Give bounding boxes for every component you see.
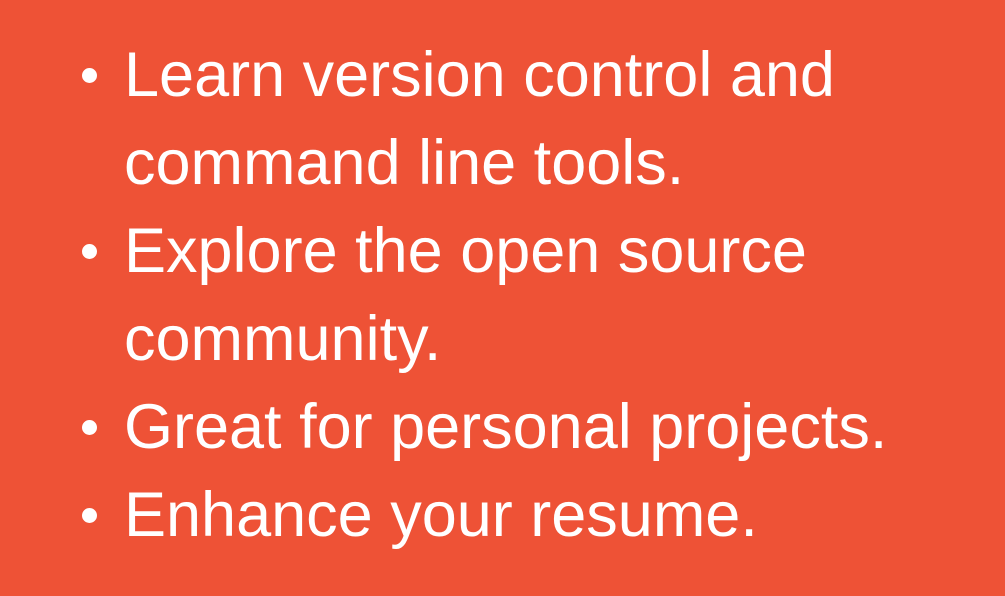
list-item-text: Enhance your resume. [124, 480, 758, 550]
bullet-icon [82, 68, 97, 83]
bullet-icon [82, 508, 97, 523]
list-item-text: Great for personal projects. [124, 392, 888, 462]
list-item: Great for personal projects. [0, 383, 984, 471]
bullet-icon [82, 420, 97, 435]
list-item: Learn version control and command line t… [0, 31, 984, 207]
list-item-text: Learn version control and command line t… [124, 40, 835, 198]
list-item-text: Explore the open source community. [124, 216, 807, 374]
bullet-icon [82, 244, 97, 259]
bullet-list: Learn version control and command line t… [0, 0, 1005, 559]
list-item: Enhance your resume. [0, 471, 984, 559]
list-item: Explore the open source community. [0, 207, 984, 383]
